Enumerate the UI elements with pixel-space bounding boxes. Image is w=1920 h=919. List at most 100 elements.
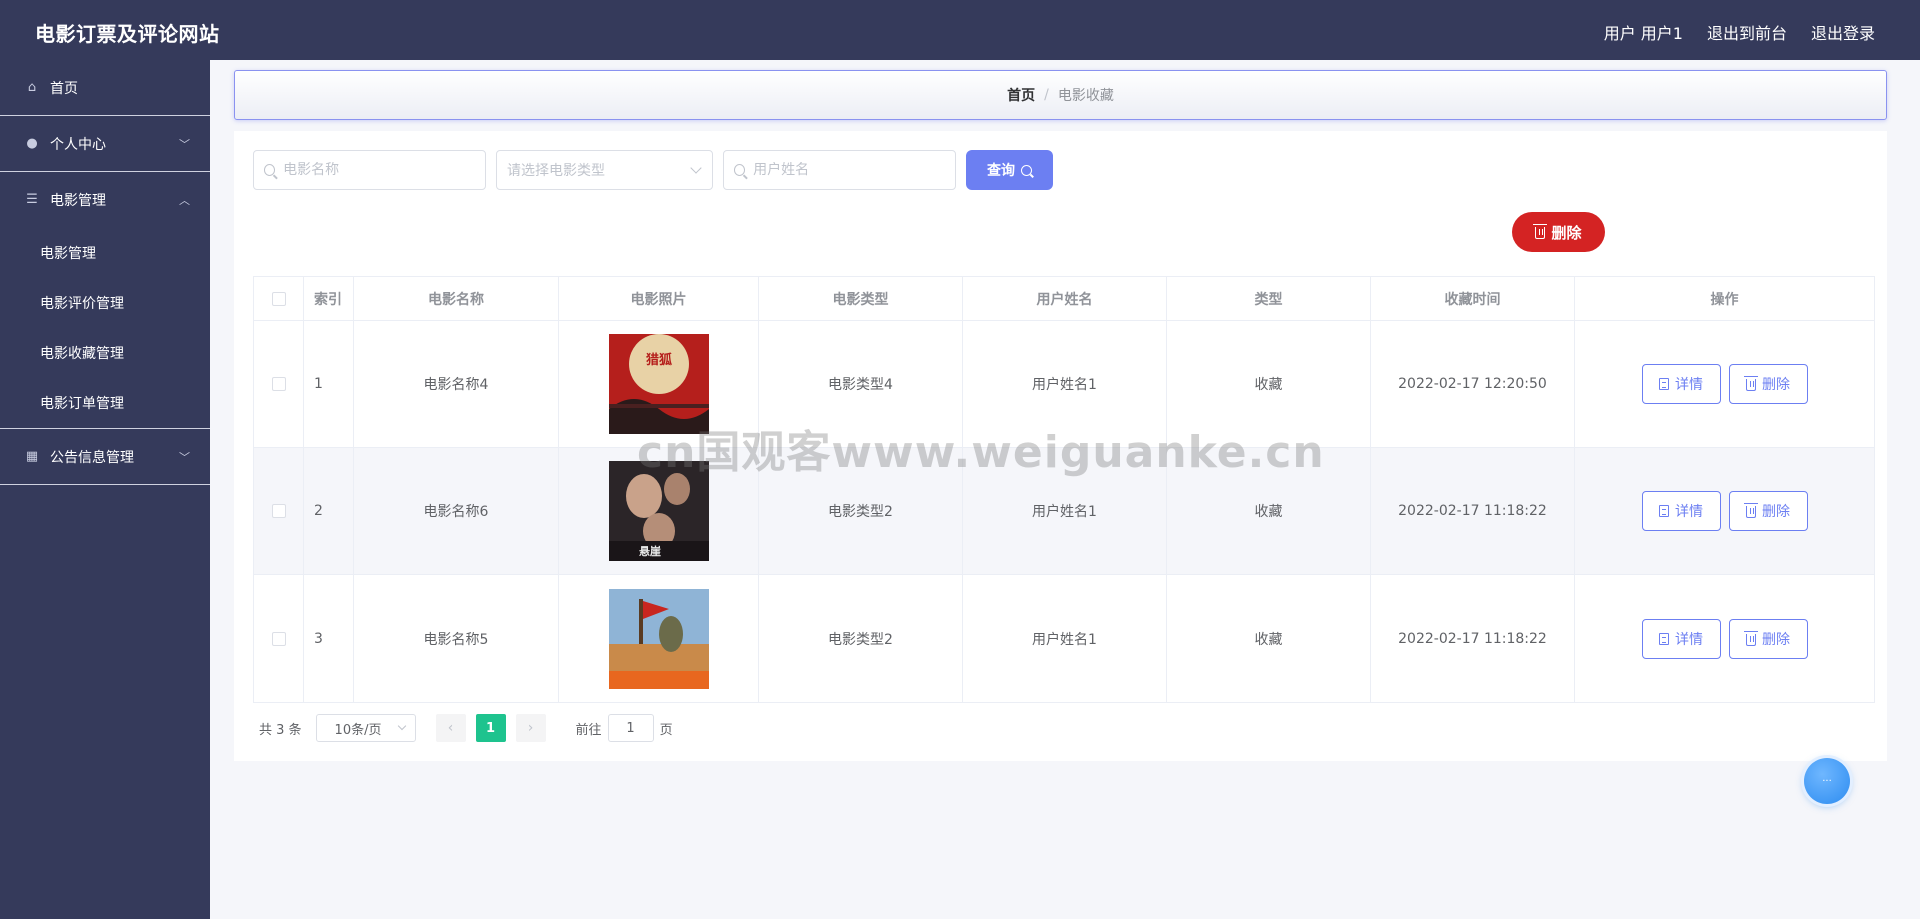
goto-suffix: 页 — [659, 722, 673, 738]
row-select-cell — [254, 575, 304, 702]
row-delete-button[interactable]: 删除 — [1728, 491, 1808, 531]
sidebar-subitem-movie-order-management[interactable]: 电影订单管理 — [0, 378, 210, 428]
detail-button-label: 详情 — [1675, 631, 1703, 648]
header-actions: 用户 用户1 退出到前台 退出登录 — [1604, 20, 1875, 44]
table-row: 1 电影名称4 猎狐 电影类型4 用户姓名1 收藏 2022-02-17 12:… — [254, 321, 1874, 448]
home-icon: ⌂ — [27, 79, 37, 95]
movie-poster-image[interactable]: 猎狐 — [608, 334, 709, 434]
sidebar-item-personal-center[interactable]: ● 个人中心 ﹀ — [0, 116, 210, 172]
row-checkbox[interactable] — [271, 631, 286, 646]
sidebar-subitem-movie-review-management[interactable]: 电影评价管理 — [0, 278, 210, 328]
movie-type-select[interactable]: 请选择电影类型 — [496, 150, 713, 190]
prev-page-button[interactable]: ‹ — [435, 714, 466, 742]
movie-type-placeholder: 请选择电影类型 — [507, 163, 605, 179]
content-panel: 请选择电影类型 查询 删除 索引 电影名称 电影照片 电影类型 — [234, 131, 1887, 761]
row-index: 3 — [304, 575, 354, 702]
row-delete-button[interactable]: 删除 — [1728, 618, 1808, 659]
row-checkbox[interactable] — [271, 377, 286, 391]
table-row: 2 电影名称6 悬崖 电影类型2 用户姓名1 收藏 2022-02-17 11:… — [254, 448, 1874, 575]
chevron-right-icon: › — [527, 720, 534, 736]
column-header-movie-name: 电影名称 — [354, 277, 559, 320]
row-favorite-time: 2022-02-17 11:18:22 — [1371, 575, 1575, 702]
select-all-cell — [254, 277, 304, 320]
page-size-select[interactable]: 10条/页 — [315, 714, 416, 742]
svg-text:悬崖: 悬崖 — [638, 544, 661, 558]
logout-link[interactable]: 退出登录 — [1811, 20, 1875, 44]
search-form: 请选择电影类型 查询 — [253, 150, 1053, 190]
goto-page-input[interactable]: 1 — [607, 714, 654, 742]
dots-icon: ··· — [1822, 775, 1832, 787]
chevron-left-icon: ‹ — [447, 720, 454, 736]
trash-icon — [1744, 630, 1758, 646]
document-icon — [1659, 378, 1669, 390]
select-all-checkbox[interactable] — [271, 291, 286, 306]
row-user-name: 用户姓名1 — [963, 575, 1167, 702]
row-checkbox[interactable] — [271, 504, 286, 518]
row-movie-name: 电影名称6 — [354, 448, 559, 574]
row-delete-label: 删除 — [1762, 377, 1790, 393]
row-movie-name: 电影名称5 — [354, 575, 559, 702]
row-movie-photo: 悬崖 — [559, 448, 759, 574]
column-header-index: 索引 — [304, 277, 354, 320]
table-header-row: 索引 电影名称 电影照片 电影类型 用户姓名 类型 收藏时间 操作 — [254, 277, 1874, 321]
svg-text:猎狐: 猎狐 — [645, 352, 671, 368]
column-header-user-name: 用户姓名 — [963, 277, 1167, 320]
movie-poster-image[interactable]: 悬崖 — [608, 461, 709, 561]
movie-poster-image[interactable] — [608, 588, 709, 689]
table-row: 3 电影名称5 电影类型2 用户姓名1 收藏 2022-02-17 11:18:… — [254, 575, 1874, 702]
back-to-frontend-link[interactable]: 退出到前台 — [1707, 20, 1787, 44]
sidebar-item-notice-management[interactable]: ▦ 公告信息管理 ﹀ — [0, 429, 210, 485]
sidebar-group-movie-management: ☰ 电影管理 ︿ 电影管理 电影评价管理 电影收藏管理 电影订单管理 — [0, 172, 210, 429]
row-movie-name: 电影名称4 — [354, 321, 559, 447]
current-user-label[interactable]: 用户 用户1 — [1604, 20, 1683, 44]
next-page-button[interactable]: › — [515, 714, 546, 742]
row-movie-photo: 猎狐 — [559, 321, 759, 447]
trash-icon — [1744, 503, 1758, 518]
search-icon — [264, 164, 276, 176]
column-header-movie-photo: 电影照片 — [559, 277, 759, 320]
breadcrumb-separator: / — [1044, 87, 1049, 103]
chevron-down-icon — [397, 721, 406, 731]
user-name-field[interactable] — [723, 150, 956, 190]
breadcrumb-current: 电影收藏 — [1057, 88, 1114, 104]
main-content: 首页 / 电影收藏 请选择电影类型 查询 删除 — [210, 60, 1920, 919]
detail-button-label: 详情 — [1675, 377, 1703, 393]
row-select-cell — [254, 448, 304, 574]
search-icon — [734, 164, 746, 176]
column-header-operations: 操作 — [1710, 291, 1739, 308]
trash-icon — [1533, 224, 1548, 239]
row-delete-label: 删除 — [1762, 631, 1790, 648]
sidebar-item-home[interactable]: ⌂ 首页 — [0, 60, 210, 116]
sidebar-item-label: 公告信息管理 — [50, 449, 134, 466]
movie-name-input[interactable] — [283, 162, 485, 178]
chevron-down-icon — [690, 162, 702, 174]
row-kind: 收藏 — [1167, 448, 1371, 574]
row-index: 2 — [304, 448, 354, 574]
detail-button[interactable]: 详情 — [1641, 618, 1721, 659]
user-name-input[interactable] — [753, 162, 955, 178]
detail-button[interactable]: 详情 — [1641, 491, 1721, 531]
row-operations: 详情 删除 — [1575, 448, 1874, 574]
row-kind: 收藏 — [1167, 321, 1371, 447]
query-button-label: 查询 — [987, 163, 1015, 179]
row-operations: 详情 删除 — [1575, 575, 1874, 702]
floating-assistant-button[interactable]: ··· — [1804, 758, 1850, 804]
detail-button[interactable]: 详情 — [1641, 364, 1721, 404]
sidebar-item-movie-management[interactable]: ☰ 电影管理 ︿ — [0, 172, 210, 228]
detail-button-label: 详情 — [1675, 504, 1703, 520]
page-number-current[interactable]: 1 — [475, 714, 506, 742]
sidebar-item-label: 首页 — [50, 80, 78, 97]
row-delete-button[interactable]: 删除 — [1728, 364, 1808, 404]
breadcrumb-home[interactable]: 首页 — [1007, 85, 1035, 105]
row-movie-type: 电影类型2 — [759, 448, 963, 574]
row-favorite-time: 2022-02-17 12:20:50 — [1371, 321, 1575, 447]
sidebar-subitem-movie-management[interactable]: 电影管理 — [0, 228, 210, 278]
column-header-movie-type: 电影类型 — [759, 277, 963, 320]
chevron-down-icon: ﹀ — [179, 138, 190, 151]
sidebar-subitem-movie-favorite-management[interactable]: 电影收藏管理 — [0, 328, 210, 378]
row-kind: 收藏 — [1167, 575, 1371, 702]
query-button[interactable]: 查询 — [966, 150, 1053, 190]
movie-name-field[interactable] — [253, 150, 486, 190]
column-header-kind: 类型 — [1167, 277, 1371, 320]
batch-delete-button[interactable]: 删除 — [1512, 212, 1605, 252]
